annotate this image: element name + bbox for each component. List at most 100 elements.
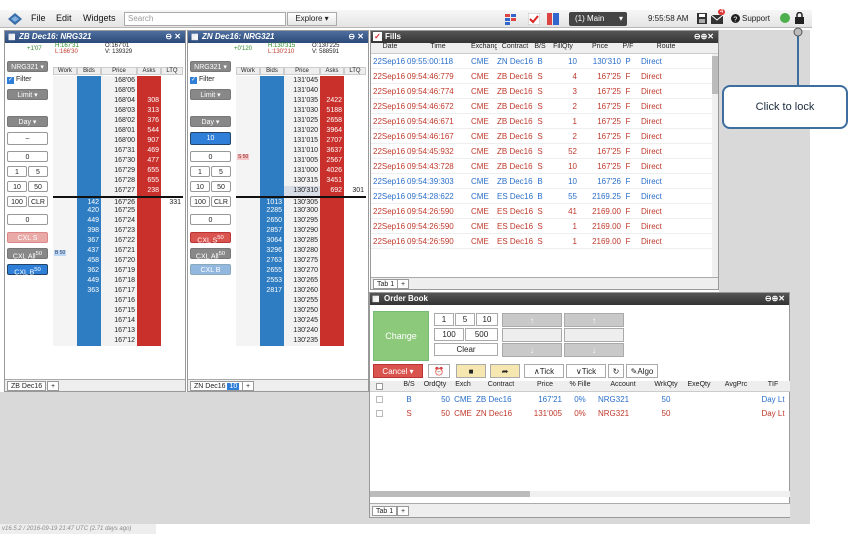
bid-cell[interactable] xyxy=(77,176,101,186)
ask-cell[interactable] xyxy=(137,296,161,306)
ask-cell[interactable]: 692 xyxy=(320,186,344,196)
ladder-row[interactable]: 131'005 2567 xyxy=(236,156,366,166)
work-cell[interactable] xyxy=(236,116,260,126)
price-cell[interactable]: 130'290 xyxy=(284,226,320,236)
bid-cell[interactable]: 398 xyxy=(77,226,101,236)
ltq-cell[interactable] xyxy=(344,176,366,186)
price-cell[interactable]: 130'265 xyxy=(284,276,320,286)
price-cell[interactable]: 131'025 xyxy=(284,116,320,126)
tick-down-button[interactable]: ∨Tick xyxy=(566,364,606,378)
work-cell[interactable] xyxy=(53,296,77,306)
help-icon[interactable]: ? xyxy=(731,14,740,23)
minimize-icon[interactable]: ⊖ xyxy=(694,32,701,41)
ladder-row[interactable]: 130'245 xyxy=(236,316,366,326)
work-cell[interactable] xyxy=(53,186,77,196)
work-cell[interactable] xyxy=(53,206,77,216)
add-tab-button[interactable]: + xyxy=(242,381,255,391)
ladder-row[interactable]: 130'315 3451 xyxy=(236,176,366,186)
cancel-button[interactable]: Cancel ▾ xyxy=(373,364,423,378)
ask-cell[interactable]: 2658 xyxy=(320,116,344,126)
ltq-cell[interactable] xyxy=(161,256,183,266)
price-cell[interactable]: 167'12 xyxy=(101,336,137,346)
price-cell[interactable]: 167'13 xyxy=(101,326,137,336)
qty-button-50[interactable]: 50 xyxy=(211,181,231,192)
ltq-cell[interactable] xyxy=(161,186,183,196)
order-type-select[interactable]: Limit ▾ xyxy=(7,89,48,100)
work-cell[interactable] xyxy=(53,276,77,286)
qty-button-10[interactable]: 10 xyxy=(476,313,498,326)
bid-cell[interactable]: 437 xyxy=(77,246,101,256)
grid-icon[interactable] xyxy=(505,13,519,25)
price-cell[interactable]: 167'23 xyxy=(101,226,137,236)
ladder-row[interactable]: 131'015 2707 xyxy=(236,136,366,146)
bid-cell[interactable] xyxy=(77,146,101,156)
bid-cell[interactable]: 367 xyxy=(77,236,101,246)
ladder-row[interactable]: 168'04 308 xyxy=(53,96,183,106)
bid-cell[interactable] xyxy=(260,116,284,126)
bid-cell[interactable]: 2650 xyxy=(260,216,284,226)
ladder-row[interactable]: 1013 130'305 xyxy=(236,196,366,208)
ladder-row[interactable]: 168'05 xyxy=(53,86,183,96)
fills-col-header[interactable]: Price xyxy=(579,43,621,50)
order-col-header[interactable]: Contract xyxy=(476,381,526,388)
change-button[interactable]: Change xyxy=(373,311,429,361)
lock-icon[interactable] xyxy=(795,12,804,24)
ltq-cell[interactable] xyxy=(161,286,183,296)
price-cell[interactable]: 130'270 xyxy=(284,266,320,276)
ask-cell[interactable]: 544 xyxy=(137,126,161,136)
ltq-cell[interactable] xyxy=(344,106,366,116)
ask-cell[interactable]: 655 xyxy=(137,166,161,176)
ladder-row[interactable]: 168'02 376 xyxy=(53,116,183,126)
ask-cell[interactable] xyxy=(320,286,344,296)
work-cell[interactable] xyxy=(236,106,260,116)
qty-button-5[interactable]: 5 xyxy=(28,166,48,177)
bid-cell[interactable] xyxy=(260,96,284,106)
price-cell[interactable]: 130'285 xyxy=(284,236,320,246)
ask-cell[interactable] xyxy=(137,216,161,226)
bid-cell[interactable]: 3064 xyxy=(260,236,284,246)
bid-cell[interactable] xyxy=(260,86,284,96)
ltq-cell[interactable] xyxy=(344,86,366,96)
ladder-row[interactable]: 167'12 xyxy=(53,336,183,346)
ltq-cell[interactable] xyxy=(344,326,366,336)
work-cell[interactable] xyxy=(236,186,260,196)
work-cell[interactable] xyxy=(236,236,260,246)
price-cell[interactable]: 167'16 xyxy=(101,296,137,306)
ask-cell[interactable]: 238 xyxy=(137,186,161,196)
ltq-cell[interactable] xyxy=(344,146,366,156)
order-row[interactable]: S 50 CME ZN Dec16 131'005 0% NRG321 50 Day Lt xyxy=(370,407,790,420)
price-cell[interactable]: 130'250 xyxy=(284,306,320,316)
price-cell[interactable]: 167'19 xyxy=(101,266,137,276)
ask-cell[interactable] xyxy=(137,86,161,96)
work-cell[interactable] xyxy=(53,166,77,176)
price-cell[interactable]: 131'015 xyxy=(284,136,320,146)
order-col-header[interactable]: B/S xyxy=(398,381,420,388)
bid-cell[interactable] xyxy=(77,156,101,166)
price-cell[interactable]: 130'310 xyxy=(284,186,320,196)
explore-button[interactable]: Explore ▾ xyxy=(287,12,337,26)
price-field[interactable] xyxy=(502,328,562,342)
algo-button[interactable]: ✎Algo xyxy=(626,364,658,378)
ltq-cell[interactable] xyxy=(344,246,366,256)
price-cell[interactable]: 167'14 xyxy=(101,316,137,326)
ltq-cell[interactable] xyxy=(161,216,183,226)
mail-button[interactable]: 4 xyxy=(711,9,727,26)
work-cell[interactable] xyxy=(236,316,260,326)
ladder-row[interactable]: 167'29 655 xyxy=(53,166,183,176)
ask-cell[interactable] xyxy=(320,226,344,236)
price-cell[interactable]: 167'20 xyxy=(101,256,137,266)
price-cell[interactable]: 167'15 xyxy=(101,306,137,316)
ladder-row[interactable]: 2655 130'270 xyxy=(236,266,366,276)
ladder-row[interactable]: 167'27 238 xyxy=(53,186,183,196)
ltq-cell[interactable] xyxy=(344,96,366,106)
ask-cell[interactable] xyxy=(137,206,161,216)
fill-row[interactable]: 22Sep16 09:54:26:590 CME ES Dec16 S 1 2169.00 F… xyxy=(371,234,718,249)
minimize-icon[interactable]: ⊖ xyxy=(348,32,355,41)
working-order-marker[interactable]: S 50 xyxy=(237,154,250,160)
work-cell[interactable] xyxy=(236,136,260,146)
position-field[interactable]: 0 xyxy=(190,151,231,162)
order-row[interactable]: B 50 CME ZB Dec16 167'21 0% NRG321 50 Day Lt xyxy=(370,393,790,406)
close-icon[interactable]: ✕ xyxy=(357,32,364,41)
ladder-row[interactable]: 2763 130'275 xyxy=(236,256,366,266)
ladder-row[interactable]: 142 167'26 331 xyxy=(53,196,183,208)
